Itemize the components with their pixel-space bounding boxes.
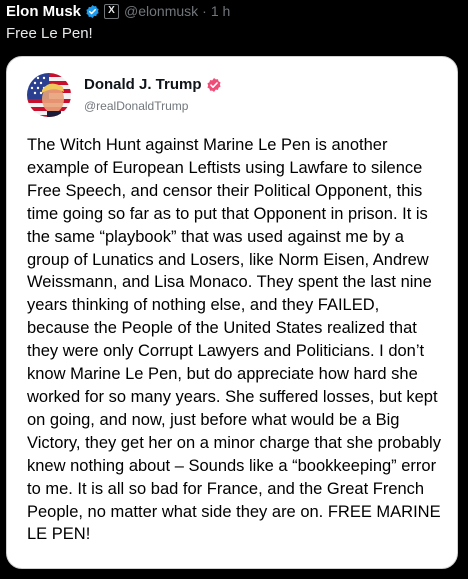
quoted-author-avatar[interactable] <box>27 73 71 117</box>
quoted-post-body: The Witch Hunt against Marine Le Pen is … <box>27 136 441 544</box>
avatar-image-icon <box>27 73 71 117</box>
quoted-author-handle[interactable]: @realDonaldTrump <box>84 99 188 113</box>
x-affiliate-badge-icon[interactable]: X <box>104 3 120 19</box>
quoted-author-name[interactable]: Donald J. Trump <box>84 76 202 93</box>
quoted-author-name-row[interactable]: Donald J. Trump <box>84 76 222 93</box>
verified-badge-icon <box>86 4 99 18</box>
separator-dot: · <box>202 3 207 19</box>
verified-badge-icon <box>206 77 221 92</box>
post-timestamp[interactable]: 1 h <box>211 3 230 19</box>
post-header: Elon Musk X @elonmusk · 1 h <box>6 2 230 20</box>
author-handle[interactable]: @elonmusk <box>124 3 198 19</box>
author-name[interactable]: Elon Musk <box>6 3 81 20</box>
post-text: Free Le Pen! <box>6 25 93 42</box>
quoted-post-card[interactable]: Donald J. Trump @realDonaldTrump The Wit… <box>6 56 458 569</box>
